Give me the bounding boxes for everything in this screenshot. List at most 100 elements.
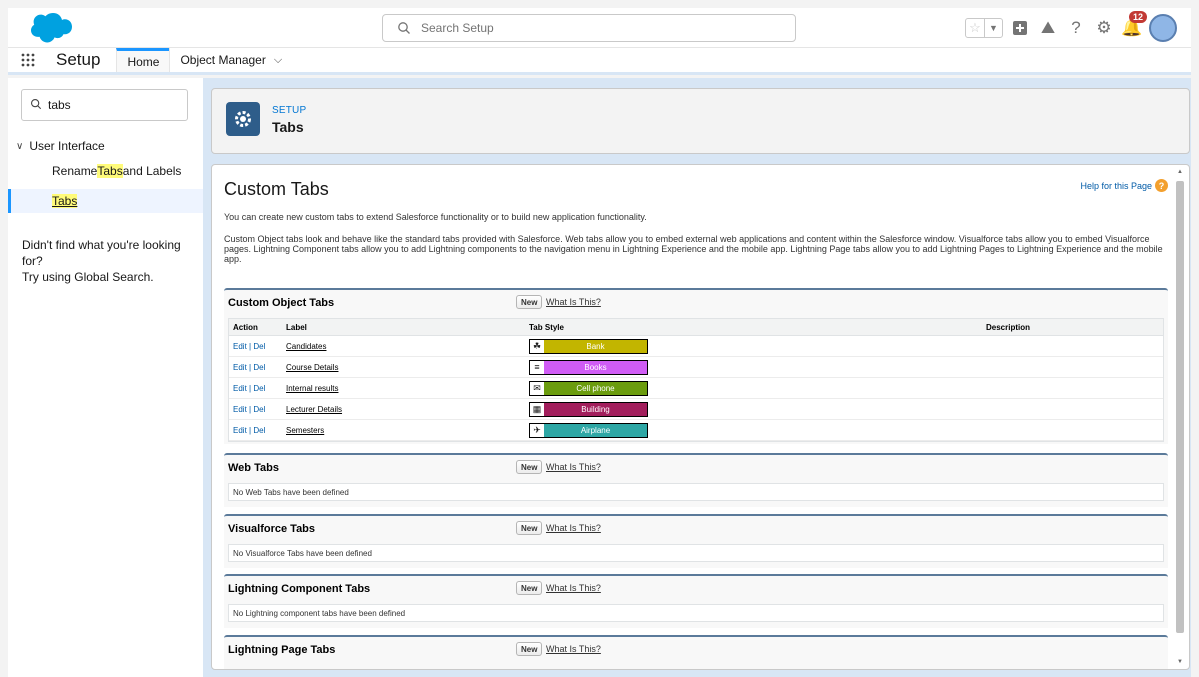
intro-text-2: Custom Object tabs look and behave like … [224, 234, 1163, 264]
tab-style-swatch: ≡ Books [529, 359, 648, 375]
new-web-tab-button[interactable]: New [516, 460, 543, 474]
sidebar-item-rename-tabs-and-labels[interactable]: Rename Tabs and Labels [8, 159, 203, 183]
scroll-down-icon[interactable]: ▼ [1175, 659, 1185, 667]
what-is-this-link[interactable]: What Is This? [546, 644, 601, 654]
row-label-cell: Lecturer Details [282, 405, 525, 414]
content-panel: Custom Tabs Help for this Page ? You can… [211, 164, 1190, 670]
search-icon [30, 98, 42, 113]
tab-label-link[interactable]: Candidates [286, 342, 326, 351]
table-row: Edit | Del Internal results ✉ Cell phone [229, 378, 1163, 399]
new-lightning-page-tab-button[interactable]: New [516, 642, 543, 656]
row-label-cell: Candidates [282, 342, 525, 351]
empty-message: No Visualforce Tabs have been defined [228, 544, 1164, 562]
section-title: Custom Object Tabs [228, 297, 335, 309]
favorites-dropdown-icon[interactable]: ▼ [984, 19, 1002, 37]
tab-object-manager-label: Object Manager [180, 53, 266, 67]
app-launcher-icon[interactable] [8, 48, 48, 72]
row-actions: Edit | Del [229, 405, 282, 414]
add-icon[interactable] [1009, 17, 1031, 39]
search-highlight: Tabs [52, 194, 78, 208]
new-custom-object-tab-button[interactable]: New [516, 295, 543, 309]
favorites-group: ☆ ▼ [965, 18, 1003, 38]
new-lightning-component-tab-button[interactable]: New [516, 581, 543, 595]
tab-style-swatch: ☘ Bank [529, 338, 648, 354]
tab-style-swatch: ✈ Airplane [529, 422, 648, 438]
column-action: Action [233, 322, 258, 332]
tab-style-name: Building [581, 404, 610, 414]
scrollbar-thumb[interactable] [1176, 181, 1184, 633]
airplane-icon: ✈ [530, 423, 544, 437]
quick-find-input[interactable]: tabs [21, 89, 188, 121]
star-icon[interactable]: ☆ [966, 19, 984, 37]
delete-link[interactable]: Del [253, 405, 265, 414]
table-row: Edit | Del Course Details ≡ Books [229, 357, 1163, 378]
row-actions: Edit | Del [229, 384, 282, 393]
sidebar-item-prefix: Rename [52, 164, 98, 178]
section-web-tabs: Web Tabs New What Is This? No Web Tabs h… [224, 453, 1168, 507]
edit-link[interactable]: Edit [233, 384, 247, 393]
row-style-cell: ☘ Bank [525, 338, 982, 354]
tab-style-name: Books [584, 362, 607, 372]
sidebar-item-suffix: and Labels [122, 164, 182, 178]
global-search-hint: Didn't find what you're looking for? Try… [22, 237, 194, 285]
delete-link[interactable]: Del [253, 363, 265, 372]
chevron-down-icon[interactable]: ∨ [16, 141, 23, 152]
notification-badge: 12 [1128, 11, 1147, 23]
search-placeholder: Search Setup [421, 21, 494, 35]
tab-label-link[interactable]: Course Details [286, 363, 338, 372]
column-tab-style: Tab Style [529, 322, 564, 332]
help-link-label: Help for this Page [1080, 180, 1152, 191]
row-label-cell: Internal results [282, 384, 525, 393]
table-row: Edit | Del Semesters ✈ Airplane [229, 420, 1163, 441]
delete-link[interactable]: Del [253, 384, 265, 393]
tab-object-manager[interactable]: Object Manager ⌵ [169, 48, 292, 72]
empty-message: No Web Tabs have been defined [228, 483, 1164, 501]
what-is-this-link[interactable]: What Is This? [546, 523, 601, 533]
sidebar-item-tabs[interactable]: Tabs [8, 189, 203, 213]
delete-link[interactable]: Del [253, 426, 265, 435]
salesforce-logo[interactable] [24, 12, 72, 44]
tab-label-link[interactable]: Lecturer Details [286, 405, 342, 414]
scroll-up-icon[interactable]: ▲ [1175, 169, 1185, 177]
edit-link[interactable]: Edit [233, 405, 247, 414]
edit-link[interactable]: Edit [233, 363, 247, 372]
header-actions: ☆ ▼ ⛰ ? ⚙ 🔔 12 [965, 11, 1177, 44]
search-icon [398, 22, 410, 34]
tab-style-swatch: ▦ Building [529, 401, 648, 417]
global-search-input[interactable]: Search Setup [382, 14, 796, 42]
intro-text-1: You can create new custom tabs to extend… [224, 212, 647, 222]
building-icon: ▦ [530, 402, 544, 416]
help-icon[interactable]: ? [1065, 17, 1087, 39]
notifications-bell-icon[interactable]: 🔔 12 [1121, 11, 1147, 39]
edit-link[interactable]: Edit [233, 342, 247, 351]
what-is-this-link[interactable]: What Is This? [546, 297, 601, 307]
tree-group-user-interface[interactable]: ∨ User Interface [8, 139, 203, 153]
help-for-this-page-link[interactable]: Help for this Page ? [1080, 179, 1168, 192]
section-lightning-page-tabs: Lightning Page Tabs New What Is This? [224, 635, 1168, 669]
chevron-down-icon[interactable]: ⌵ [274, 54, 282, 67]
bank-icon: ☘ [530, 339, 544, 353]
trailhead-icon[interactable]: ⛰ [1037, 17, 1059, 39]
tab-home[interactable]: Home [116, 48, 170, 72]
cell-phone-icon: ✉ [530, 381, 544, 395]
section-visualforce-tabs: Visualforce Tabs New What Is This? No Vi… [224, 514, 1168, 568]
table-row: Edit | Del Lecturer Details ▦ Building [229, 399, 1163, 420]
what-is-this-link[interactable]: What Is This? [546, 583, 601, 593]
setup-gear-icon [226, 102, 260, 136]
user-avatar[interactable] [1149, 14, 1177, 42]
row-style-cell: ✉ Cell phone [525, 380, 982, 396]
section-title: Lightning Component Tabs [228, 583, 371, 595]
row-actions: Edit | Del [229, 363, 282, 372]
column-label: Label [286, 322, 307, 332]
tab-style-name: Airplane [580, 425, 611, 435]
content-scrollbar[interactable]: ▲ ▼ [1175, 169, 1185, 667]
new-visualforce-tab-button[interactable]: New [516, 521, 543, 535]
delete-link[interactable]: Del [253, 342, 265, 351]
what-is-this-link[interactable]: What Is This? [546, 462, 601, 472]
tab-label-link[interactable]: Semesters [286, 426, 324, 435]
edit-link[interactable]: Edit [233, 426, 247, 435]
tab-label-link[interactable]: Internal results [286, 384, 338, 393]
global-header: Search Setup ☆ ▼ ⛰ ? ⚙ 🔔 12 [8, 8, 1191, 48]
tab-style-name: Cell phone [576, 383, 615, 393]
setup-gear-icon[interactable]: ⚙ [1093, 17, 1115, 39]
